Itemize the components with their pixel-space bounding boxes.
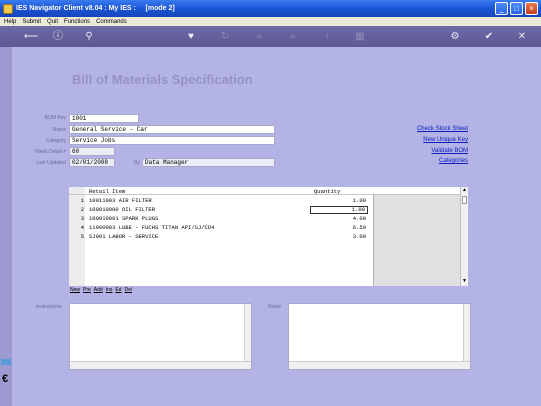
row-item[interactable]: 100010001 SPARK PLUGS	[89, 215, 158, 223]
row-quantity[interactable]: 4.00	[310, 215, 368, 223]
page-title: Bill of Materials Specification	[72, 72, 253, 87]
minimize-icon[interactable]: _	[495, 2, 508, 15]
workspace: € Bill of Materials Specification BOM Ke…	[0, 47, 541, 406]
bom-key-field[interactable]: 1001	[69, 114, 139, 123]
row-item[interactable]: 10011003 AIR FILTER	[89, 197, 152, 205]
notes-vscroll[interactable]	[463, 304, 470, 362]
maximize-icon[interactable]: □	[510, 2, 523, 15]
row-item[interactable]: 11000003 LUBE - FUCHS TITAN API/SJ/CD4	[89, 224, 214, 232]
up-icon[interactable]: ↑	[320, 30, 334, 43]
instructions-memo[interactable]	[69, 303, 252, 370]
menu-quit[interactable]: Quit	[47, 19, 58, 25]
table-row[interactable]: 2 100010000 OIL FILTER 1.00	[69, 206, 373, 214]
delete-row-button[interactable]: Del	[124, 287, 134, 295]
menu-submit[interactable]: Submit	[22, 19, 41, 25]
scroll-thumb[interactable]	[462, 196, 467, 204]
categories-link[interactable]: Categories	[439, 158, 468, 164]
name-field[interactable]: General Service - Car	[69, 125, 275, 134]
grid-empty-panel	[373, 195, 460, 286]
left-strip: €	[0, 47, 12, 406]
instructions-hscroll[interactable]	[70, 361, 251, 369]
back-arrow-icon[interactable]: ⟵	[20, 30, 42, 43]
new-unique-key-link[interactable]: New Unique Key	[423, 137, 468, 143]
row-quantity[interactable]: 1.00	[310, 197, 368, 205]
check-icon[interactable]: ✔	[482, 30, 496, 43]
notes-memo[interactable]	[288, 303, 471, 370]
notes-hscroll[interactable]	[289, 361, 470, 369]
edit-row-button[interactable]: Ed	[114, 287, 122, 295]
search-icon[interactable]: ⚲	[82, 30, 96, 43]
row-number: 4	[80, 224, 84, 231]
row-number: 5	[80, 233, 84, 240]
window-controls: _ □ ×	[495, 2, 538, 15]
last-icon[interactable]: »	[286, 30, 300, 43]
grid-icon[interactable]: ▦	[353, 30, 367, 43]
col-retail-item[interactable]: Retail Item	[89, 188, 125, 195]
row-number: 2	[80, 206, 84, 213]
instructions-vscroll[interactable]	[244, 304, 251, 362]
name-label: Name	[52, 127, 66, 133]
instructions-label: Instructions	[36, 304, 62, 310]
grid-header: Retail Item Quantity	[69, 187, 460, 195]
bom-key-label: BOM Key	[44, 115, 66, 121]
menu-help[interactable]: Help	[4, 19, 16, 25]
grid-action-buttons: New Pre Add Ins Ed Del	[69, 287, 133, 295]
side-marker-icon	[1, 359, 11, 365]
row-item[interactable]: SJ001 LABOR - SERVICE	[89, 233, 158, 241]
refresh-icon[interactable]: ↻	[218, 30, 232, 43]
scroll-down-icon[interactable]: ▼	[461, 278, 468, 285]
euro-icon[interactable]: €	[2, 373, 10, 385]
row-quantity[interactable]: 3.00	[310, 233, 368, 241]
row-number: 3	[80, 215, 84, 222]
validate-bom-link[interactable]: Validate BOM	[431, 148, 468, 154]
insert-row-button[interactable]: Ins	[105, 287, 114, 295]
pre-row-button[interactable]: Pre	[82, 287, 92, 295]
row-quantity-selected[interactable]: 1.00	[310, 206, 368, 214]
gear-icon[interactable]: ⚙	[448, 30, 462, 43]
heart-icon[interactable]: ♥	[184, 30, 198, 43]
new-row-button[interactable]: New	[69, 287, 81, 295]
by-label: By	[134, 160, 140, 166]
check-stock-sheet-link[interactable]: Check Stock Sheet	[417, 126, 468, 132]
week-detail-label: Week Detail #	[34, 149, 66, 155]
table-row[interactable]: 3 100010001 SPARK PLUGS 4.00	[69, 215, 373, 223]
col-quantity[interactable]: Quantity	[314, 188, 340, 195]
scroll-up-icon[interactable]: ▲	[461, 187, 468, 194]
info-icon[interactable]: ⓘ	[51, 30, 65, 43]
table-row[interactable]: 5 SJ001 LABOR - SERVICE 3.00	[69, 233, 373, 241]
close-icon[interactable]: ✕	[515, 30, 529, 43]
category-field[interactable]: Service Jobs	[69, 136, 275, 145]
toolbar: ⟵ ⓘ ⚲ ♥ ↻ « » ↑ ▦ ⚙ ✔ ✕	[0, 26, 541, 47]
by-field: Data Manager	[142, 158, 275, 167]
category-label: Category	[45, 138, 66, 144]
grid-scrollbar[interactable]: ▲ ▼	[460, 187, 468, 286]
notes-label: Notes	[268, 304, 282, 310]
window-title: IES Navigator Client v8.04 : My IES : [m…	[16, 5, 175, 12]
bom-items-grid: Retail Item Quantity 1 10011003 AIR FILT…	[69, 187, 468, 286]
app-icon	[3, 3, 13, 14]
menu-functions[interactable]: Functions	[64, 19, 90, 25]
table-row[interactable]: 4 11000003 LUBE - FUCHS TITAN API/SJ/CD4…	[69, 224, 373, 232]
add-row-button[interactable]: Add	[93, 287, 104, 295]
row-item[interactable]: 100010000 OIL FILTER	[89, 206, 155, 214]
menu-bar: Help Submit Quit Functions Commands	[0, 17, 541, 26]
row-quantity[interactable]: 6.50	[310, 224, 368, 232]
title-bar: IES Navigator Client v8.04 : My IES : [m…	[0, 0, 541, 17]
close-window-icon[interactable]: ×	[525, 2, 538, 15]
first-icon[interactable]: «	[252, 30, 266, 43]
table-row[interactable]: 1 10011003 AIR FILTER 1.00	[69, 197, 373, 205]
menu-commands[interactable]: Commands	[96, 19, 127, 25]
row-number: 1	[80, 197, 84, 204]
last-updated-label: Last Updated	[36, 160, 66, 166]
week-detail-field: 60	[69, 147, 115, 156]
